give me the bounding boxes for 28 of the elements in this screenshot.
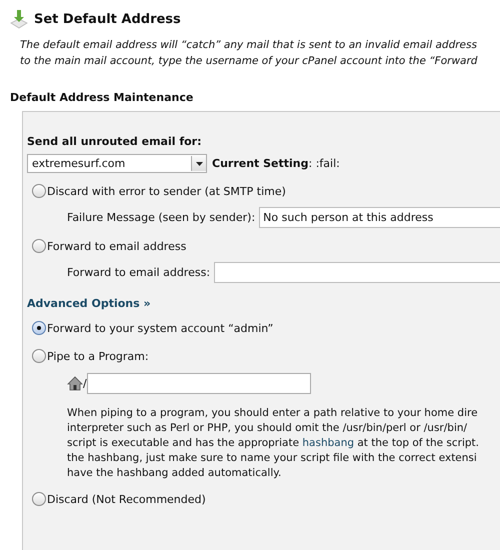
- field-label: Failure Message (seen by sender):: [67, 211, 256, 224]
- domain-label: Send all unrouted email for:: [27, 135, 202, 148]
- domain-dropdown[interactable]: extremesurf.com: [27, 154, 207, 173]
- text-field[interactable]: [214, 262, 500, 283]
- section-heading: Default Address Maintenance: [10, 91, 194, 104]
- option-label: Forward to your system account “admin”: [47, 322, 274, 334]
- home-icon: [67, 376, 83, 391]
- option-label: Pipe to a Program:: [47, 350, 149, 362]
- hashbang-link[interactable]: hashbang: [302, 437, 354, 449]
- help-text: When piping to a program, you should enter a path relative to your home dire interpreter such as Perl or PHP, you should omit the /usr/bin/perl or /usr/bin/ script is executable and has the appropriate hashbang at the top of the script. the hashbang, just make sure to name your script file with the correct extensi have the hashbang added automatically.: [67, 406, 480, 481]
- field-label: Forward to email address:: [67, 266, 210, 279]
- program-path-field[interactable]: [86, 373, 311, 394]
- page-title: Set Default Address: [34, 12, 181, 26]
- download-icon: [10, 9, 28, 29]
- radio-button[interactable]: [32, 239, 46, 253]
- current-setting: Current Setting: :fail:: [212, 157, 340, 170]
- radio-button[interactable]: [32, 184, 46, 198]
- intro-text: The default email address will “catch” any mail that is sent to an invalid email address to the main mail account, type the username of your cPanel account into the “Forward: [20, 38, 478, 69]
- radio-button[interactable]: [32, 321, 46, 335]
- option-label: Forward to email address: [47, 240, 186, 252]
- radio-button[interactable]: [32, 492, 46, 506]
- text-field[interactable]: No such person at this address: [259, 207, 500, 228]
- option-label: Discard with error to sender (at SMTP time): [47, 184, 286, 198]
- dropdown-arrow-icon: [196, 162, 202, 166]
- option-label: Discard (Not Recommended): [47, 492, 206, 506]
- path-prefix: /: [83, 377, 87, 390]
- radio-button[interactable]: [32, 349, 46, 363]
- advanced-options-link[interactable]: Advanced Options »: [27, 297, 151, 310]
